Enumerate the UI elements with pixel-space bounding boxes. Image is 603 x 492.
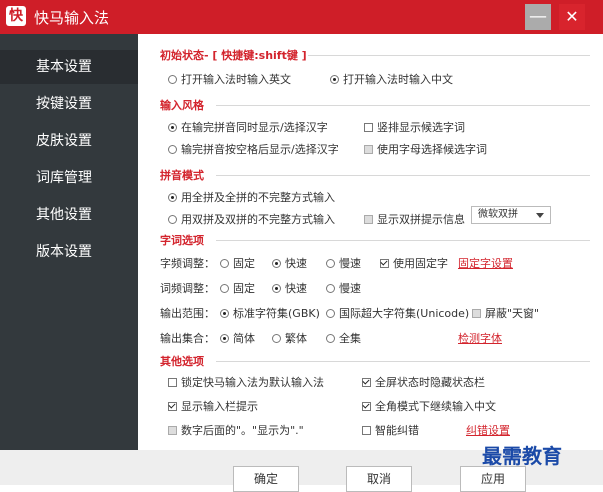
radio-range-gbk[interactable]: 标准字符集(GBK) <box>220 305 320 321</box>
double-pinyin-scheme-select[interactable]: 微软双拼 <box>471 206 551 224</box>
radio-set-simplified[interactable]: 简体 <box>220 330 255 346</box>
checkbox-lock-default-ime[interactable]: 锁定快马输入法为默认输入法 <box>168 374 324 390</box>
settings-panel: 初始状态- [ 快捷键:shift键 ] 打开输入法时输入英文 打开输入法时输入… <box>138 34 603 450</box>
radio-icon <box>168 75 177 84</box>
chevron-down-icon <box>536 213 544 218</box>
section-divider <box>216 105 590 106</box>
radio-set-traditional[interactable]: 繁体 <box>272 330 307 346</box>
app-logo-icon: 快 <box>6 6 26 26</box>
radio-word-freq-slow[interactable]: 慢速 <box>326 280 361 296</box>
radio-icon <box>220 334 229 343</box>
radio-chinese-on-open[interactable]: 打开输入法时输入中文 <box>330 71 453 87</box>
radio-set-full[interactable]: 全集 <box>326 330 361 346</box>
radio-icon <box>326 309 335 318</box>
checkbox-hide-status-fullscreen[interactable]: 全屏状态时隐藏状态栏 <box>362 374 485 390</box>
radio-show-after-space[interactable]: 输完拼音按空格后显示/选择汉字 <box>168 141 339 157</box>
sidebar-item-skin-settings[interactable]: 皮肤设置 <box>0 124 138 158</box>
checkbox-vertical-candidates[interactable]: 竖排显示候选字词 <box>364 119 465 135</box>
radio-range-unicode[interactable]: 国际超大字符集(Unicode) <box>326 305 469 321</box>
radio-icon <box>272 284 281 293</box>
ok-button[interactable]: 确定 <box>233 466 299 492</box>
title-bar: 快 快马输入法 — ✕ <box>0 0 603 34</box>
checkbox-icon <box>362 402 371 411</box>
word-freq-label: 词频调整： <box>160 282 215 295</box>
radio-char-freq-slow[interactable]: 慢速 <box>326 255 361 271</box>
radio-double-pinyin[interactable]: 用双拼及双拼的不完整方式输入 <box>168 211 335 227</box>
checkbox-icon <box>362 378 371 387</box>
char-freq-label: 字频调整： <box>160 257 215 270</box>
checkbox-icon <box>364 123 373 132</box>
checkbox-icon <box>364 145 373 154</box>
radio-show-while-typing[interactable]: 在输完拼音同时显示/选择汉字 <box>168 119 328 135</box>
checkbox-block-tianchuang[interactable]: 屏蔽"天窗" <box>472 305 539 321</box>
fixed-char-settings-link[interactable]: 固定字设置 <box>458 255 513 271</box>
checkbox-icon <box>472 309 481 318</box>
cancel-button[interactable]: 取消 <box>346 466 412 492</box>
checkbox-use-fixed-char[interactable]: 使用固定字 <box>380 255 448 271</box>
minimize-button[interactable]: — <box>525 4 551 30</box>
checkbox-icon <box>362 426 371 435</box>
checkbox-icon <box>168 378 177 387</box>
section-title-word-options: 字词选项 <box>160 234 204 247</box>
radio-icon <box>168 193 177 202</box>
radio-full-pinyin[interactable]: 用全拼及全拼的不完整方式输入 <box>168 189 335 205</box>
apply-button[interactable]: 应用 <box>460 466 526 492</box>
sidebar-item-other-settings[interactable]: 其他设置 <box>0 198 138 232</box>
correction-settings-link[interactable]: 纠错设置 <box>466 422 510 438</box>
watermark-text: 最需教育 <box>482 444 562 468</box>
checkbox-icon <box>168 426 177 435</box>
radio-english-on-open[interactable]: 打开输入法时输入英文 <box>168 71 291 87</box>
checkbox-smart-correct[interactable]: 智能纠错 <box>362 422 419 438</box>
radio-icon <box>326 259 335 268</box>
radio-icon <box>272 334 281 343</box>
radio-char-freq-fixed[interactable]: 固定 <box>220 255 255 271</box>
radio-char-freq-fast[interactable]: 快速 <box>272 255 307 271</box>
section-divider <box>216 175 590 176</box>
radio-word-freq-fast[interactable]: 快速 <box>272 280 307 296</box>
sidebar-item-key-settings[interactable]: 按键设置 <box>0 87 138 121</box>
radio-icon <box>326 334 335 343</box>
section-title-pinyin-mode: 拼音模式 <box>160 169 204 182</box>
sidebar-item-version-settings[interactable]: 版本设置 <box>0 235 138 269</box>
radio-icon <box>168 215 177 224</box>
radio-icon <box>330 75 339 84</box>
output-set-label: 输出集合： <box>160 332 215 345</box>
radio-icon <box>220 309 229 318</box>
sidebar: 基本设置 按键设置 皮肤设置 词库管理 其他设置 版本设置 <box>0 34 138 450</box>
radio-word-freq-fixed[interactable]: 固定 <box>220 280 255 296</box>
checkbox-fullwidth-continue[interactable]: 全角模式下继续输入中文 <box>362 398 496 414</box>
radio-icon <box>220 284 229 293</box>
sidebar-item-basic-settings[interactable]: 基本设置 <box>0 50 138 84</box>
section-divider <box>216 240 590 241</box>
radio-icon <box>326 284 335 293</box>
radio-icon <box>272 259 281 268</box>
section-divider <box>216 361 590 362</box>
checkbox-letter-select[interactable]: 使用字母选择候选字词 <box>364 141 487 157</box>
radio-icon <box>168 145 177 154</box>
checkbox-show-input-hint[interactable]: 显示输入栏提示 <box>168 398 258 414</box>
close-button[interactable]: ✕ <box>559 4 585 30</box>
checkbox-icon <box>168 402 177 411</box>
radio-icon <box>168 123 177 132</box>
detect-font-link[interactable]: 检测字体 <box>458 330 502 346</box>
section-divider <box>308 55 590 56</box>
output-range-label: 输出范围： <box>160 307 215 320</box>
section-title-input-style: 输入风格 <box>160 99 204 112</box>
radio-icon <box>220 259 229 268</box>
checkbox-icon <box>364 215 373 224</box>
sidebar-item-dictionary[interactable]: 词库管理 <box>0 161 138 195</box>
section-title-other-options: 其他选项 <box>160 355 204 368</box>
checkbox-show-double-hint[interactable]: 显示双拼提示信息 <box>364 211 465 227</box>
checkbox-digit-period[interactable]: 数字后面的"。"显示为"." <box>168 422 304 438</box>
section-title-initial-state: 初始状态- [ 快捷键:shift键 ] <box>160 49 307 62</box>
checkbox-icon <box>380 259 389 268</box>
window-title: 快马输入法 <box>34 9 110 27</box>
